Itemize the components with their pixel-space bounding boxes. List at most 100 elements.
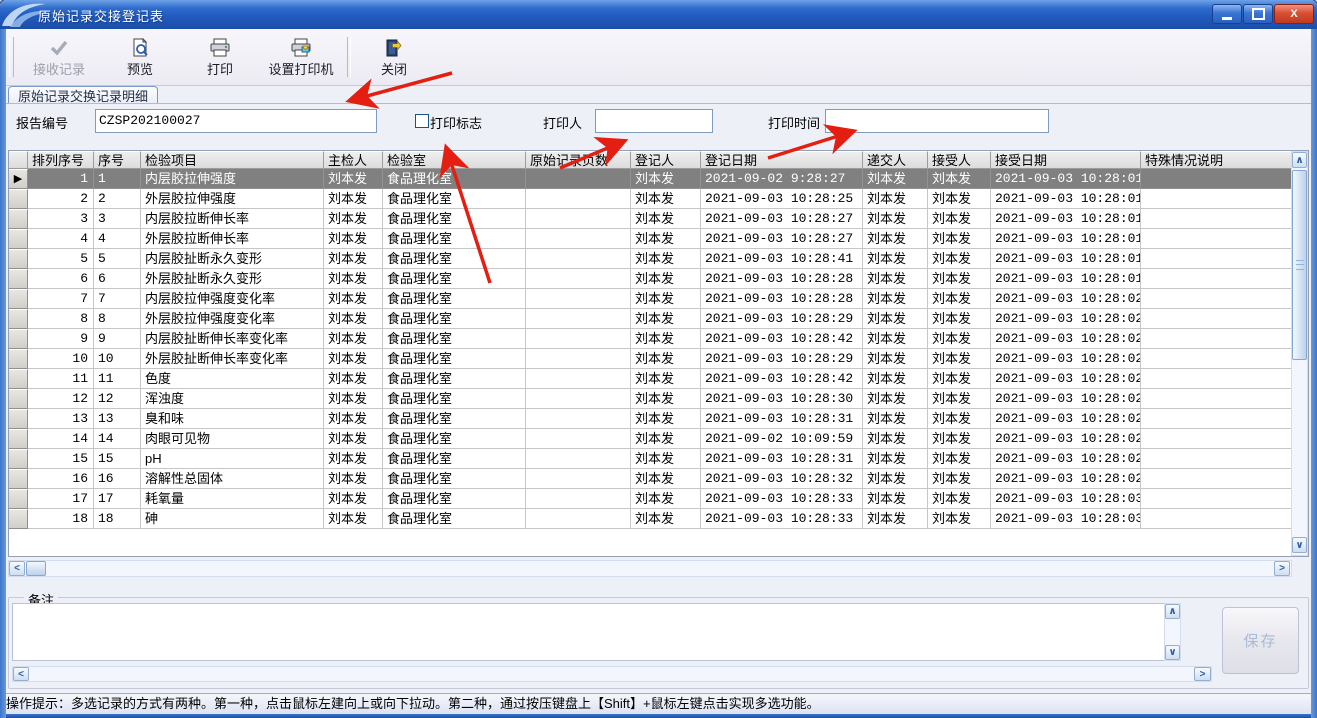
table-cell[interactable]: 刘本发 — [324, 249, 383, 269]
table-cell[interactable]: 食品理化室 — [383, 429, 526, 449]
table-cell[interactable]: 内层胶扯断永久变形 — [141, 249, 324, 269]
table-cell[interactable]: 刘本发 — [324, 189, 383, 209]
table-cell[interactable]: 10 — [28, 349, 94, 369]
table-cell[interactable]: 刘本发 — [928, 209, 991, 229]
table-cell[interactable]: 内层胶扯断伸长率变化率 — [141, 329, 324, 349]
tab-record-detail[interactable]: 原始记录交换记录明细 — [8, 86, 158, 104]
table-row[interactable]: 88外层胶拉伸强度变化率刘本发食品理化室刘本发2021-09-03 10:28:… — [9, 309, 1293, 329]
table-cell[interactable]: 食品理化室 — [383, 469, 526, 489]
table-cell[interactable]: 2021-09-03 10:28:01 — [991, 249, 1141, 269]
table-cell[interactable]: 2021-09-03 10:28:02 — [991, 329, 1141, 349]
table-cell[interactable] — [1141, 189, 1293, 209]
table-cell[interactable]: 刘本发 — [928, 509, 991, 529]
table-cell[interactable]: 7 — [94, 289, 141, 309]
table-cell[interactable]: 刘本发 — [631, 209, 701, 229]
table-cell[interactable]: 6 — [28, 269, 94, 289]
row-selector-cell[interactable] — [9, 429, 28, 449]
table-cell[interactable]: 2021-09-03 10:28:41 — [701, 249, 863, 269]
table-cell[interactable]: 刘本发 — [863, 189, 928, 209]
table-cell[interactable]: 2021-09-03 10:28:01 — [991, 189, 1141, 209]
row-selector-cell[interactable] — [9, 349, 28, 369]
table-cell[interactable]: 刘本发 — [324, 209, 383, 229]
table-cell[interactable]: 刘本发 — [928, 489, 991, 509]
table-cell[interactable]: 刘本发 — [863, 229, 928, 249]
table-cell[interactable]: 刘本发 — [324, 269, 383, 289]
table-cell[interactable]: 刘本发 — [863, 429, 928, 449]
table-cell[interactable]: 2021-09-03 10:28:02 — [991, 409, 1141, 429]
column-header[interactable]: 递交人 — [863, 151, 928, 169]
maximize-button[interactable] — [1243, 4, 1273, 24]
scroll-up-icon[interactable]: ∧ — [1292, 152, 1307, 168]
table-cell[interactable]: 4 — [94, 229, 141, 249]
table-cell[interactable]: 刘本发 — [863, 269, 928, 289]
table-cell[interactable]: 15 — [28, 449, 94, 469]
table-cell[interactable]: 3 — [28, 209, 94, 229]
table-cell[interactable]: 2021-09-03 10:28:02 — [991, 469, 1141, 489]
table-cell[interactable]: 刘本发 — [631, 189, 701, 209]
table-cell[interactable]: 外层胶拉伸强度变化率 — [141, 309, 324, 329]
remark-scroll-down-icon[interactable]: ∨ — [1165, 645, 1180, 660]
table-cell[interactable]: 15 — [94, 449, 141, 469]
receive-records-button[interactable]: 接收记录 — [18, 32, 100, 82]
table-row[interactable]: 55内层胶扯断永久变形刘本发食品理化室刘本发2021-09-03 10:28:4… — [9, 249, 1293, 269]
table-cell[interactable]: 刘本发 — [863, 209, 928, 229]
table-cell[interactable]: 2021-09-03 10:28:42 — [701, 369, 863, 389]
row-selector-cell[interactable] — [9, 369, 28, 389]
table-cell[interactable] — [1141, 309, 1293, 329]
table-cell[interactable]: 食品理化室 — [383, 169, 526, 189]
table-cell[interactable]: 2021-09-03 10:28:03 — [991, 489, 1141, 509]
table-cell[interactable]: 刘本发 — [928, 249, 991, 269]
column-header[interactable]: 原始记录页数 — [526, 151, 631, 169]
column-header[interactable]: 接受人 — [928, 151, 991, 169]
table-cell[interactable]: 2021-09-03 10:28:29 — [701, 349, 863, 369]
table-cell[interactable]: 12 — [28, 389, 94, 409]
table-cell[interactable]: 5 — [28, 249, 94, 269]
table-cell[interactable]: 砷 — [141, 509, 324, 529]
table-cell[interactable]: 13 — [94, 409, 141, 429]
table-cell[interactable]: 刘本发 — [631, 489, 701, 509]
table-cell[interactable]: 2 — [94, 189, 141, 209]
table-cell[interactable]: 2021-09-03 10:28:02 — [991, 289, 1141, 309]
table-cell[interactable]: 食品理化室 — [383, 509, 526, 529]
table-cell[interactable]: 4 — [28, 229, 94, 249]
table-cell[interactable]: 刘本发 — [324, 469, 383, 489]
table-cell[interactable] — [1141, 409, 1293, 429]
table-cell[interactable] — [526, 189, 631, 209]
print-person-input[interactable] — [595, 109, 713, 133]
row-selector-cell[interactable] — [9, 309, 28, 329]
table-cell[interactable]: 刘本发 — [928, 229, 991, 249]
table-row[interactable]: 77内层胶拉伸强度变化率刘本发食品理化室刘本发2021-09-03 10:28:… — [9, 289, 1293, 309]
table-cell[interactable]: 刘本发 — [863, 329, 928, 349]
table-row[interactable]: 1414肉眼可见物刘本发食品理化室刘本发2021-09-02 10:09:59刘… — [9, 429, 1293, 449]
table-cell[interactable]: 2021-09-03 10:28:29 — [701, 309, 863, 329]
table-cell[interactable] — [526, 169, 631, 189]
save-button[interactable]: 保存 — [1222, 607, 1299, 674]
table-cell[interactable]: 刘本发 — [928, 289, 991, 309]
table-cell[interactable] — [526, 269, 631, 289]
report-no-input[interactable]: CZSP202100027 — [95, 109, 377, 133]
table-cell[interactable]: 刘本发 — [324, 409, 383, 429]
table-cell[interactable]: 食品理化室 — [383, 489, 526, 509]
table-cell[interactable] — [526, 509, 631, 529]
table-cell[interactable] — [526, 389, 631, 409]
column-header[interactable]: 检验室 — [383, 151, 526, 169]
table-cell[interactable]: 外层胶拉断伸长率 — [141, 229, 324, 249]
table-cell[interactable]: 外层胶拉伸强度 — [141, 189, 324, 209]
table-cell[interactable]: 17 — [28, 489, 94, 509]
table-row[interactable]: 1010外层胶扯断伸长率变化率刘本发食品理化室刘本发2021-09-03 10:… — [9, 349, 1293, 369]
table-cell[interactable]: 16 — [94, 469, 141, 489]
table-cell[interactable]: 1 — [28, 169, 94, 189]
table-cell[interactable]: 2021-09-03 10:28:28 — [701, 289, 863, 309]
table-cell[interactable]: 18 — [94, 509, 141, 529]
table-cell[interactable] — [1141, 229, 1293, 249]
current-row-indicator[interactable]: ▶ — [9, 169, 28, 189]
table-cell[interactable]: 9 — [28, 329, 94, 349]
table-cell[interactable] — [1141, 389, 1293, 409]
table-cell[interactable]: 刘本发 — [324, 429, 383, 449]
column-header[interactable]: 排列序号 — [28, 151, 94, 169]
table-cell[interactable]: 食品理化室 — [383, 269, 526, 289]
table-cell[interactable] — [1141, 169, 1293, 189]
preview-button[interactable]: 预览 — [112, 32, 168, 82]
table-cell[interactable]: 刘本发 — [863, 369, 928, 389]
table-row[interactable]: 1111色度刘本发食品理化室刘本发2021-09-03 10:28:42刘本发刘… — [9, 369, 1293, 389]
